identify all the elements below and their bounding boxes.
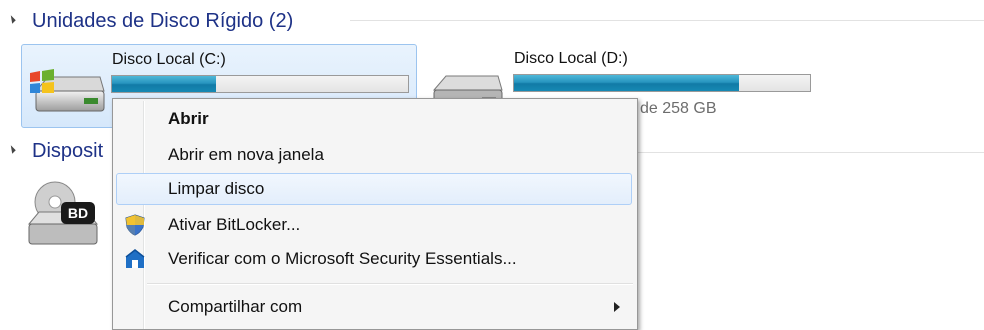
- menu-item-abrir-nova-janela[interactable]: Abrir em nova janela: [116, 139, 632, 171]
- drive-name: Disco Local (D:): [514, 50, 628, 67]
- submenu-arrow-icon: [614, 302, 620, 312]
- menu-item-label: Ativar BitLocker...: [168, 215, 301, 234]
- shield-icon: [125, 214, 145, 236]
- collapse-triangle-icon[interactable]: [7, 15, 16, 24]
- drive-usage-fill: [514, 75, 739, 91]
- device-tile-bd[interactable]: BD: [21, 172, 111, 252]
- menu-item-label: Limpar disco: [168, 179, 265, 198]
- drive-usage-bar: [111, 75, 409, 93]
- bd-drive-icon: BD: [27, 181, 99, 245]
- context-menu: Abrir Abrir em nova janela Limpar disco …: [112, 98, 638, 330]
- group-title: Disposit: [32, 139, 104, 162]
- group-header-hard-drives[interactable]: Unidades de Disco Rígido (2): [0, 6, 984, 36]
- windows-hard-drive-icon: [30, 69, 105, 112]
- security-essentials-icon: [125, 249, 145, 268]
- menu-item-compartilhar-com[interactable]: Compartilhar com: [116, 291, 632, 323]
- drive-usage-bar: [513, 74, 811, 92]
- menu-item-verificar-security-essentials[interactable]: Verificar com o Microsoft Security Essen…: [116, 243, 632, 275]
- menu-item-abrir[interactable]: Abrir: [116, 103, 632, 135]
- menu-item-label: Verificar com o Microsoft Security Essen…: [168, 249, 517, 268]
- group-divider: [350, 20, 984, 21]
- menu-item-ativar-bitlocker[interactable]: Ativar BitLocker...: [116, 209, 632, 241]
- bd-badge: BD: [68, 205, 88, 221]
- menu-item-label: Abrir em nova janela: [168, 145, 324, 164]
- drive-name: Disco Local (C:): [112, 51, 226, 68]
- drive-space-text: de 258 GB: [640, 100, 717, 117]
- group-title: Unidades de Disco Rígido (2): [32, 9, 294, 32]
- menu-item-label: Abrir: [168, 109, 209, 128]
- menu-separator: [147, 283, 633, 285]
- menu-item-label: Compartilhar com: [168, 297, 303, 316]
- menu-item-limpar-disco[interactable]: Limpar disco: [116, 173, 632, 205]
- drive-usage-fill: [112, 76, 216, 92]
- group-divider: [636, 152, 984, 153]
- collapse-triangle-icon[interactable]: [7, 145, 16, 154]
